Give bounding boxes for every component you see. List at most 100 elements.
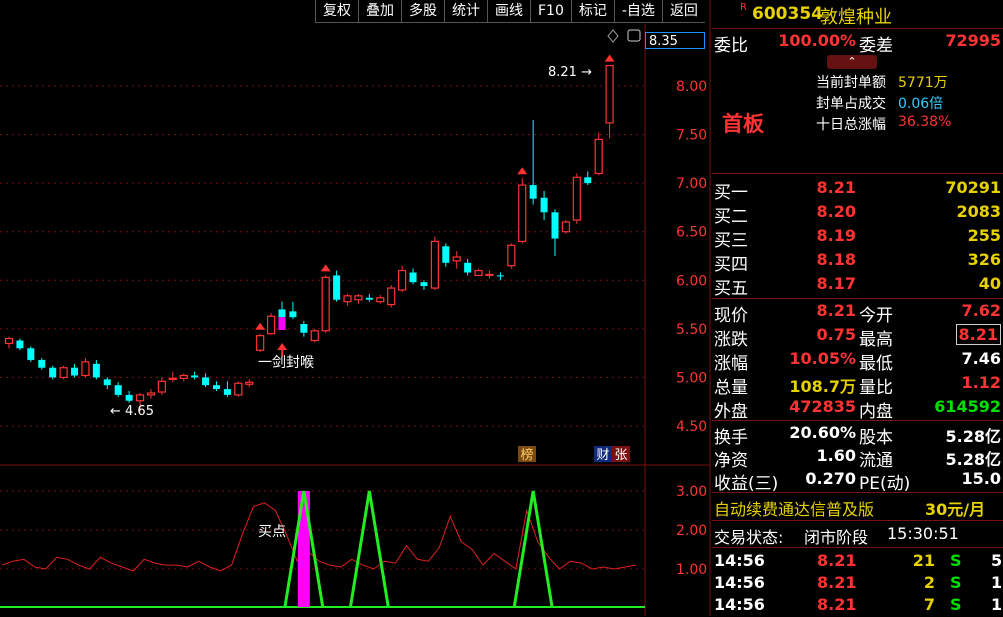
- tick-time: 14:56: [714, 551, 765, 570]
- limit-up-arrow: [604, 54, 615, 62]
- candle-body: [212, 385, 220, 390]
- candle-body: [157, 380, 166, 393]
- toolbar-stats-button[interactable]: 统计: [444, 0, 487, 23]
- tick-volume: 2: [923, 573, 935, 592]
- limit-info-value: 0.06倍: [898, 96, 944, 112]
- stock-code[interactable]: 600354: [752, 4, 823, 24]
- toolbar-mark-button[interactable]: 标记: [570, 0, 614, 23]
- quote-label: 今开: [859, 306, 893, 326]
- candle-body: [594, 138, 603, 175]
- candle-body: [146, 392, 156, 396]
- tick-count: 1: [991, 595, 1003, 614]
- candle-body: [485, 273, 494, 277]
- candle-body: [168, 377, 177, 380]
- sub-y-tick-label: 2.00: [676, 523, 707, 539]
- candle-body: [376, 297, 385, 303]
- quote-label: 最高: [859, 330, 893, 350]
- quote-value: 108.7万: [789, 377, 856, 396]
- tick-count: 1: [991, 573, 1003, 592]
- commission-ratio-value: 100.00%: [778, 31, 856, 50]
- bid-label: 买三: [714, 231, 748, 251]
- candle-body: [179, 374, 188, 380]
- trade-status-row: 交易状态: 闭市阶段 15:30:51: [712, 524, 1003, 547]
- divider: [712, 547, 1003, 548]
- annotation-label: ← 4.65: [110, 404, 154, 419]
- tick-volume: 21: [912, 551, 935, 570]
- fundamental-label: PE(动): [859, 474, 911, 494]
- limit-info-value: 5771万: [898, 75, 948, 91]
- tick-row: 14:56 8.21 2 S 1: [712, 573, 1003, 595]
- bid-label: 买四: [714, 255, 748, 275]
- fundamental-label: 净资: [714, 451, 748, 471]
- bid-row[interactable]: 买四 8.18 326: [712, 250, 1003, 275]
- expand-chevron-icon[interactable]: ⌃: [827, 55, 877, 69]
- ad-banner[interactable]: 自动续费通达信普及版 30元/月: [712, 496, 1003, 519]
- commission-row: 委比 100.00% 委差 72995: [712, 31, 1003, 56]
- quote-value: 8.21: [816, 301, 856, 320]
- quote-value: 10.05%: [789, 349, 856, 368]
- candle-body: [605, 64, 614, 124]
- toolbar-multi-button[interactable]: 多股: [401, 0, 444, 23]
- toolbar-restore-button[interactable]: 复权: [315, 0, 358, 23]
- bid-row[interactable]: 买二 8.20 2083: [712, 202, 1003, 227]
- stock-name[interactable]: 敦煌种业: [820, 3, 892, 29]
- tick-price: 8.21: [817, 551, 857, 570]
- limit-up-arrow: [517, 167, 528, 175]
- limit-info-label: 封单占成交: [816, 96, 886, 112]
- candle-body: [572, 176, 581, 221]
- candle-body: [234, 382, 243, 396]
- toolbar-overlay-button[interactable]: 叠加: [358, 0, 401, 23]
- quote-value: 614592: [934, 397, 1001, 416]
- toolbar-watch-button[interactable]: -自选: [613, 0, 662, 23]
- bid-price: 8.19: [816, 226, 856, 245]
- badge-label: 榜: [520, 447, 533, 463]
- candle-body: [103, 379, 111, 386]
- bid-label: 买一: [714, 183, 748, 203]
- quote-row: 涨跌 0.75 最高 8.21: [712, 324, 1003, 350]
- bid-volume: 255: [967, 226, 1001, 245]
- tick-price: 8.21: [817, 573, 857, 592]
- stock-header: R 600354 敦煌种业: [712, 2, 1003, 29]
- candle-body: [507, 244, 516, 267]
- candle-body: [452, 256, 461, 262]
- fundamental-label: 收益(三): [714, 474, 779, 494]
- candle-body: [202, 377, 210, 386]
- candle-body: [343, 295, 352, 303]
- toolbar-back-button[interactable]: 返回: [661, 0, 705, 23]
- bid-price: 8.21: [816, 178, 856, 197]
- candle-body: [38, 359, 46, 368]
- divider: [712, 492, 1003, 493]
- candle-body: [321, 276, 330, 332]
- fundamental-value: 5.28亿: [945, 450, 1001, 469]
- candle-body: [289, 311, 297, 318]
- tick-row: 14:56 8.21 21 S 5: [712, 551, 1003, 573]
- highlight-candle: [278, 317, 286, 330]
- bid-row[interactable]: 买三 8.19 255: [712, 226, 1003, 251]
- tick-side: S: [950, 595, 962, 614]
- quote-panel: R 600354 敦煌种业 委比 100.00% 委差 72995 ⌃ 首板 当…: [712, 0, 1003, 616]
- candle-body: [278, 309, 286, 318]
- limit-info-label: 当前封单额: [816, 75, 886, 91]
- candle-body: [540, 197, 548, 213]
- trade-status-value: 闭市阶段: [804, 528, 869, 547]
- candle-body: [4, 337, 14, 345]
- toolbar-draw-button[interactable]: 画线: [487, 0, 530, 23]
- toolbar-f10-button[interactable]: F10: [530, 0, 571, 23]
- limit-info-label: 十日总涨幅: [816, 117, 886, 133]
- fundamental-label: 换手: [714, 428, 748, 448]
- bid-volume: 40: [978, 274, 1001, 293]
- divider: [712, 28, 1003, 29]
- candle-body: [442, 246, 450, 263]
- quote-row: 外盘 472835 内盘 614592: [712, 397, 1003, 422]
- ad-text[interactable]: 自动续费通达信普及版: [714, 496, 874, 520]
- y-tick-label: 7.50: [676, 128, 707, 144]
- quote-label: 最低: [859, 354, 893, 374]
- candle-body: [310, 330, 319, 342]
- bid-row[interactable]: 买一 8.21 70291: [712, 178, 1003, 203]
- candle-body: [16, 340, 24, 349]
- tick-time: 14:56: [714, 595, 765, 614]
- ad-price[interactable]: 30元/月: [925, 496, 985, 520]
- bid-price: 8.20: [816, 202, 856, 221]
- y-tick-label: 6.00: [676, 273, 707, 289]
- bid-row[interactable]: 买五 8.17 40: [712, 274, 1003, 299]
